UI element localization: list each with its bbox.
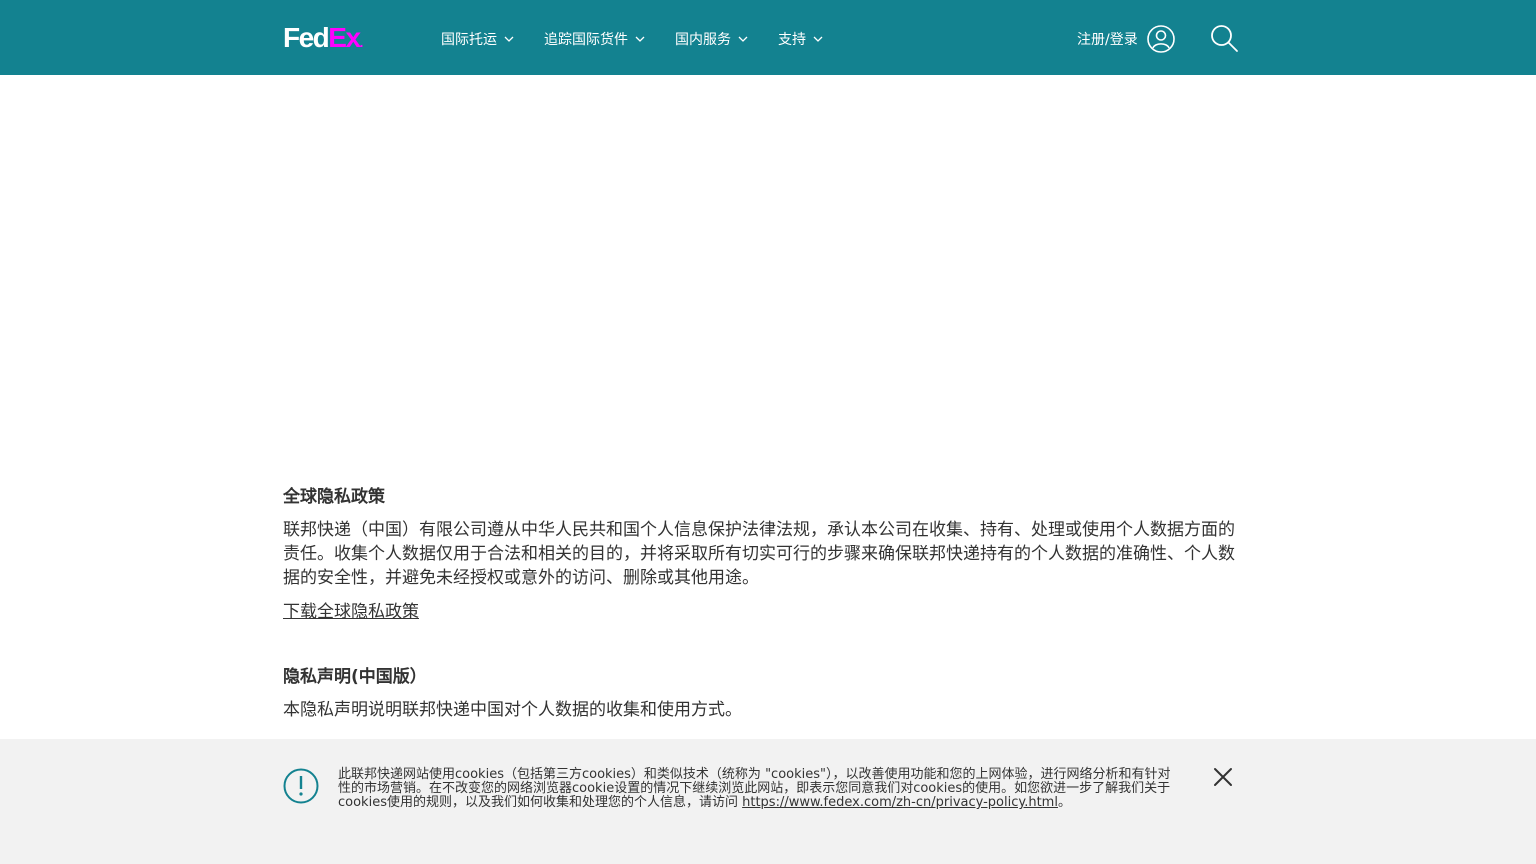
- nav-track-international[interactable]: 追踪国际货件: [544, 28, 646, 50]
- cookie-notice-suffix: 。: [1057, 795, 1071, 810]
- section-title-global-privacy: 全球隐私政策: [283, 487, 385, 507]
- logo-dot: .: [359, 34, 364, 50]
- chevron-down-icon: [813, 36, 823, 42]
- login-label: 注册/登录: [1077, 32, 1138, 48]
- nav-international-shipping[interactable]: 国际托运: [441, 28, 515, 50]
- section-body-global-privacy: 联邦快递（中国）有限公司遵从中华人民共和国个人信息保护法律法规，承认本公司在收集…: [283, 520, 1235, 588]
- nav-support[interactable]: 支持: [778, 28, 824, 50]
- privacy-content: 全球隐私政策 联邦快递（中国）有限公司遵从中华人民共和国个人信息保护法律法规，承…: [283, 480, 1239, 722]
- nav-label: 支持: [778, 32, 806, 48]
- logo-fed: Fed: [283, 22, 330, 53]
- section-body-privacy-statement-china: 本隐私声明说明联邦快递中国对个人数据的收集和使用方式。: [283, 700, 742, 720]
- privacy-policy-link[interactable]: https://www.fedex.com/zh-cn/privacy-poli…: [742, 795, 1058, 810]
- nav-domestic-services[interactable]: 国内服务: [675, 28, 749, 50]
- fedex-logo[interactable]: FedEx.: [283, 22, 363, 54]
- site-header: FedEx. 国际托运 追踪国际货件 国内服务 支持 注册/登录: [0, 0, 1536, 75]
- nav-label: 追踪国际货件: [544, 32, 628, 48]
- section-title-privacy-statement-china: 隐私声明(中国版）: [283, 667, 427, 687]
- alert-icon: [283, 768, 319, 804]
- chevron-down-icon: [504, 36, 514, 42]
- nav-label: 国内服务: [675, 32, 731, 48]
- download-global-privacy-link[interactable]: 下载全球隐私政策: [283, 600, 419, 624]
- logo-ex: Ex: [328, 22, 361, 53]
- nav-label: 国际托运: [441, 32, 497, 48]
- login-button[interactable]: 注册/登录: [1077, 24, 1176, 54]
- cookie-notice-text: 此联邦快递网站使用cookies（包括第三方cookies）和类似技术（统称为 …: [338, 768, 1178, 810]
- chevron-down-icon: [635, 36, 645, 42]
- close-icon[interactable]: [1212, 766, 1234, 788]
- user-icon: [1146, 25, 1175, 53]
- search-icon[interactable]: [1209, 23, 1239, 53]
- chevron-down-icon: [738, 36, 748, 42]
